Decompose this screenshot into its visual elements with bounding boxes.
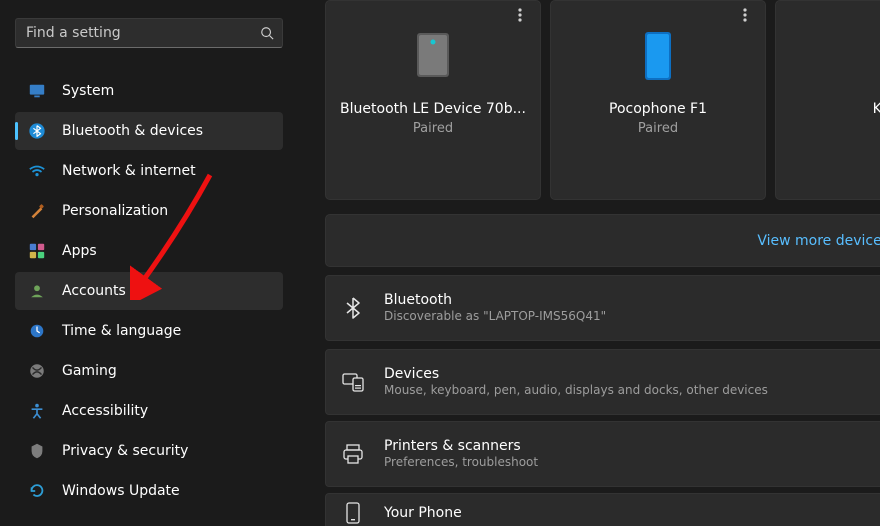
row-sub: Discoverable as "LAPTOP-IMS56Q41"	[384, 309, 606, 325]
person-icon	[26, 280, 48, 302]
search-box[interactable]	[15, 18, 283, 48]
sidebar-item-privacy-security[interactable]: Privacy & security	[15, 432, 283, 470]
view-more-devices-link[interactable]: View more devices	[757, 233, 880, 249]
sidebar-item-label: System	[62, 83, 114, 99]
sidebar-item-personalization[interactable]: Personalization	[15, 192, 283, 230]
device-name: Pocophone F1	[551, 101, 765, 117]
sidebar-item-gaming[interactable]: Gaming	[15, 352, 283, 390]
bluetooth-icon	[340, 295, 366, 321]
device-generic-icon	[415, 31, 451, 79]
xbox-icon	[26, 360, 48, 382]
device-card[interactable]: Keyboa Con	[775, 0, 880, 200]
content-pane: Bluetooth LE Device 70b... Paired Pocoph…	[306, 0, 880, 526]
sidebar-item-bluetooth-devices[interactable]: Bluetooth & devices	[15, 112, 283, 150]
sidebar-item-label: Privacy & security	[62, 443, 188, 459]
sidebar-item-apps[interactable]: Apps	[15, 232, 283, 270]
row-printers-scanners[interactable]: Printers & scannersPreferences, troubles…	[325, 421, 880, 487]
window: System Bluetooth & devices Network & int…	[0, 0, 880, 526]
bluetooth-icon	[26, 120, 48, 142]
device-status: Con	[776, 121, 880, 136]
accessibility-icon	[26, 400, 48, 422]
sidebar-item-windows-update[interactable]: Windows Update	[15, 472, 283, 510]
device-card[interactable]: Bluetooth LE Device 70b... Paired	[325, 0, 541, 200]
sidebar-item-label: Time & language	[62, 323, 181, 339]
sidebar-item-label: Personalization	[62, 203, 168, 219]
row-title: Bluetooth	[384, 291, 606, 309]
printer-icon	[340, 441, 366, 467]
monitor-icon	[26, 80, 48, 102]
devices-icon	[340, 369, 366, 395]
row-title: Printers & scanners	[384, 437, 538, 455]
sidebar-item-label: Gaming	[62, 363, 117, 379]
device-name: Keyboa	[776, 101, 880, 117]
sidebar-item-label: Apps	[62, 243, 97, 259]
sidebar: System Bluetooth & devices Network & int…	[15, 72, 283, 512]
row-sub: Preferences, troubleshoot	[384, 455, 538, 471]
search-icon	[252, 26, 282, 40]
apps-icon	[26, 240, 48, 262]
row-title: Your Phone	[384, 504, 462, 522]
row-your-phone[interactable]: Your Phone	[325, 493, 880, 526]
update-icon	[26, 480, 48, 502]
shield-icon	[26, 440, 48, 462]
view-more-bar[interactable]: View more devices	[325, 214, 880, 267]
sidebar-item-label: Accounts	[62, 283, 126, 299]
sidebar-item-time-language[interactable]: Time & language	[15, 312, 283, 350]
device-status: Paired	[551, 121, 765, 136]
more-icon[interactable]	[731, 1, 759, 29]
device-phone-icon	[644, 31, 672, 81]
paintbrush-icon	[26, 200, 48, 222]
row-bluetooth[interactable]: BluetoothDiscoverable as "LAPTOP-IMS56Q4…	[325, 275, 880, 341]
sidebar-item-accounts[interactable]: Accounts	[15, 272, 283, 310]
sidebar-item-accessibility[interactable]: Accessibility	[15, 392, 283, 430]
more-icon[interactable]	[506, 1, 534, 29]
sidebar-item-label: Network & internet	[62, 163, 196, 179]
row-sub: Mouse, keyboard, pen, audio, displays an…	[384, 383, 768, 399]
sidebar-item-label: Accessibility	[62, 403, 148, 419]
sidebar-item-label: Bluetooth & devices	[62, 123, 203, 139]
wifi-icon	[26, 160, 48, 182]
sidebar-item-network[interactable]: Network & internet	[15, 152, 283, 190]
device-card[interactable]: Pocophone F1 Paired	[550, 0, 766, 200]
device-status: Paired	[326, 121, 540, 136]
sidebar-item-system[interactable]: System	[15, 72, 283, 110]
search-input[interactable]	[16, 25, 252, 41]
row-devices[interactable]: DevicesMouse, keyboard, pen, audio, disp…	[325, 349, 880, 415]
row-title: Devices	[384, 365, 768, 383]
phone-icon	[340, 500, 366, 526]
device-name: Bluetooth LE Device 70b...	[326, 101, 540, 117]
clock-globe-icon	[26, 320, 48, 342]
sidebar-item-label: Windows Update	[62, 483, 180, 499]
